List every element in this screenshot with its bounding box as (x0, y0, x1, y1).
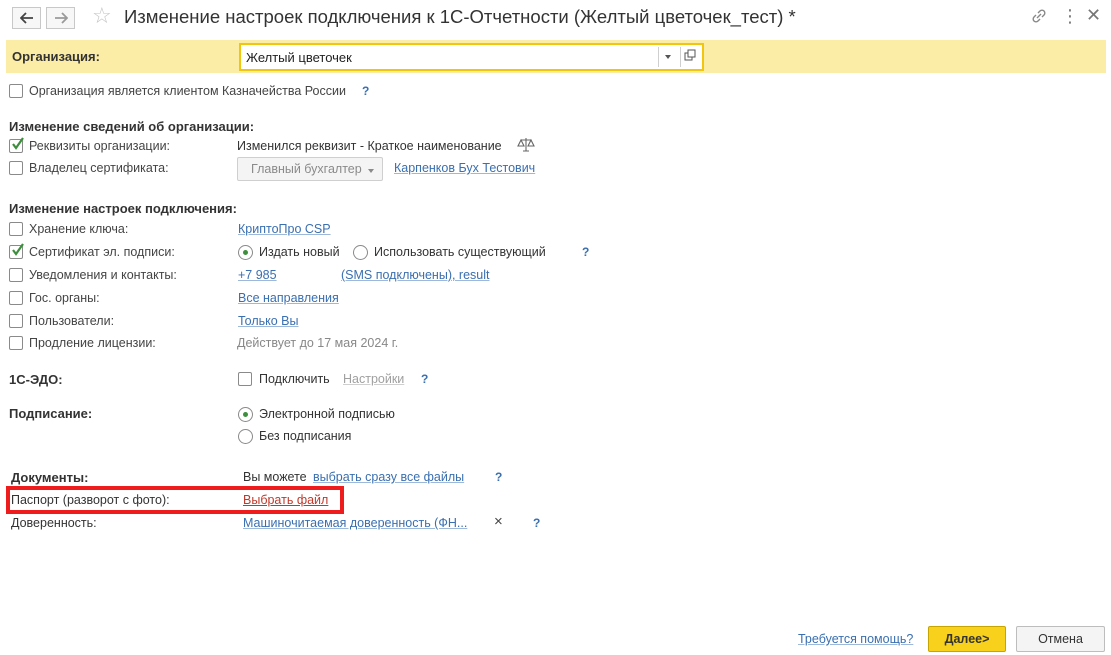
license-value: Действует до 17 мая 2024 г. (237, 336, 399, 350)
owner-role-select[interactable]: Главный бухгалтер (237, 157, 383, 181)
treasury-client-checkbox[interactable] (9, 84, 23, 98)
users-label: Пользователи: (29, 314, 115, 328)
org-changes-title: Изменение сведений об организации: (9, 119, 255, 134)
organization-label: Организация: (12, 49, 100, 64)
certificate-label: Сертификат эл. подписи: (29, 245, 175, 259)
edo-connect-label: Подключить (259, 372, 330, 386)
edo-help-icon[interactable]: ? (421, 372, 428, 386)
treasury-help-icon[interactable]: ? (362, 84, 369, 98)
signing-none-label: Без подписания (259, 429, 352, 443)
organization-select[interactable]: Желтый цветочек (239, 43, 704, 71)
checkmark-icon (12, 137, 24, 150)
notifications-phone-link[interactable]: +7 985 (238, 268, 277, 282)
passport-select-file-link[interactable]: Выбрать файл (243, 493, 328, 507)
passport-label: Паспорт (разворот с фото): (11, 493, 170, 507)
gov-agencies-checkbox[interactable] (9, 291, 23, 305)
treasury-client-label: Организация является клиентом Казначейст… (29, 84, 346, 98)
certificate-new-label: Издать новый (259, 245, 340, 259)
signing-label: Подписание: (9, 406, 93, 421)
arrow-right-icon (55, 12, 68, 24)
chevron-down-icon[interactable] (658, 47, 678, 67)
proxy-help-icon[interactable]: ? (533, 516, 540, 530)
gov-agencies-link[interactable]: Все направления (238, 291, 339, 305)
next-button[interactable]: Далее> (928, 626, 1006, 652)
cert-owner-label: Владелец сертификата: (29, 161, 169, 175)
documents-label: Документы: (11, 470, 89, 485)
license-checkbox[interactable] (9, 336, 23, 350)
edo-connect-checkbox[interactable] (238, 372, 252, 386)
org-details-checkbox[interactable] (9, 137, 24, 153)
certificate-existing-label: Использовать существующий (374, 245, 546, 259)
key-storage-link[interactable]: КриптоПро CSP (238, 222, 331, 236)
signing-electronic-radio[interactable] (238, 407, 253, 422)
signing-none-radio[interactable] (238, 429, 253, 444)
compare-scales-icon[interactable] (517, 136, 535, 157)
license-label: Продление лицензии: (29, 336, 156, 350)
key-storage-label: Хранение ключа: (29, 222, 129, 236)
help-link[interactable]: Требуется помощь? (798, 632, 913, 646)
link-icon[interactable] (1030, 7, 1048, 28)
notifications-label: Уведомления и контакты: (29, 268, 177, 282)
proxy-label: Доверенность: (11, 516, 97, 530)
org-details-value: Изменился реквизит - Краткое наименовани… (237, 139, 502, 153)
signing-electronic-label: Электронной подписью (259, 407, 395, 421)
organization-value: Желтый цветочек (246, 50, 352, 65)
forward-button[interactable] (46, 7, 75, 29)
owner-name-link[interactable]: Карпенков Бух Тестович (394, 161, 535, 175)
documents-hint-prefix: Вы можете (243, 470, 307, 484)
key-storage-checkbox[interactable] (9, 222, 23, 236)
checkmark-icon (12, 243, 24, 256)
owner-role-value: Главный бухгалтер (251, 162, 362, 176)
edo-label: 1С-ЭДО: (9, 372, 63, 387)
remove-proxy-icon[interactable]: × (494, 513, 503, 530)
org-details-label: Реквизиты организации: (29, 139, 171, 153)
edo-settings-link[interactable]: Настройки (343, 372, 404, 386)
page-title: Изменение настроек подключения к 1С-Отче… (124, 6, 796, 27)
notifications-status-link[interactable]: (SMS подключены), result (341, 268, 490, 282)
cert-owner-checkbox[interactable] (9, 161, 23, 175)
documents-help-icon[interactable]: ? (495, 470, 502, 484)
select-all-files-link[interactable]: выбрать сразу все файлы (313, 470, 464, 484)
gov-agencies-label: Гос. органы: (29, 291, 100, 305)
certificate-new-radio[interactable] (238, 245, 253, 260)
certificate-checkbox[interactable] (9, 243, 24, 259)
back-button[interactable] (12, 7, 41, 29)
favorite-star-icon[interactable]: ☆ (92, 3, 112, 29)
connection-settings-title: Изменение настроек подключения: (9, 201, 237, 216)
arrow-left-icon (20, 12, 33, 24)
organization-band: Организация: Желтый цветочек (6, 40, 1106, 73)
certificate-existing-radio[interactable] (353, 245, 368, 260)
notifications-checkbox[interactable] (9, 268, 23, 282)
open-form-icon[interactable] (680, 47, 700, 67)
users-link[interactable]: Только Вы (238, 314, 299, 328)
more-menu-icon[interactable]: ⋮ (1061, 6, 1079, 27)
certificate-help-icon[interactable]: ? (582, 245, 589, 259)
users-checkbox[interactable] (9, 314, 23, 328)
cancel-button[interactable]: Отмена (1016, 626, 1105, 652)
proxy-document-link[interactable]: Машиночитаемая доверенность (ФН... (243, 516, 467, 530)
close-icon[interactable]: ✕ (1086, 5, 1101, 26)
